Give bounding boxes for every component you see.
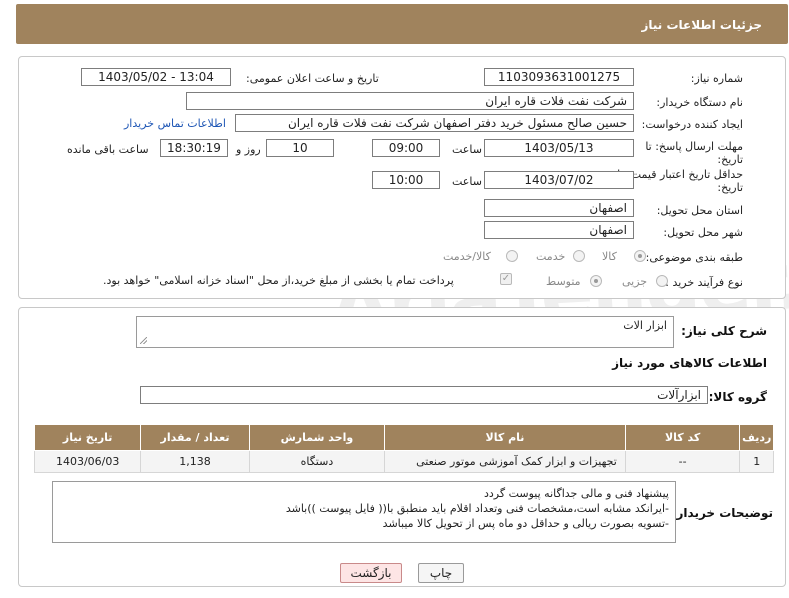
print-button[interactable]: چاپ <box>418 563 464 583</box>
general-description-textarea[interactable]: ابزار الات <box>136 316 674 348</box>
general-description-label: شرح کلی نیاز: <box>681 324 767 338</box>
cell-quantity: 1,138 <box>140 450 250 473</box>
page: AriaTender.net جزئیات اطلاعات نیاز شماره… <box>0 0 789 598</box>
col-date: تاریخ نیاز <box>33 424 142 451</box>
reply-date-field[interactable]: 1403/05/13 <box>484 139 634 157</box>
cell-date: 1403/06/03 <box>33 450 142 473</box>
goods-table-header: ردیف کد کالا نام کالا واحد شمارش تعداد /… <box>33 424 774 451</box>
process-minor-label: جزیی <box>622 275 648 288</box>
category-service-label: خدمت <box>536 250 566 263</box>
goods-group-field[interactable]: ابزارآلات <box>140 386 708 404</box>
page-header: جزئیات اطلاعات نیاز <box>16 4 788 44</box>
page-title: جزئیات اطلاعات نیاز <box>641 18 762 32</box>
payment-note: پرداخت تمام یا بخشی از مبلغ خرید،از محل … <box>103 274 454 287</box>
buyer-notes-textarea[interactable]: پیشنهاد فنی و مالی جداگانه پیوست گردد -ا… <box>52 481 676 543</box>
payment-checkbox[interactable]: ✓ <box>500 273 512 285</box>
creator-field[interactable]: حسین صالح مسئول خرید دفتر اصفهان شرکت نف… <box>235 114 634 132</box>
goods-info-title: اطلاعات کالاهای مورد نیاز <box>612 356 767 370</box>
need-number-field[interactable]: 1103093631001275 <box>484 68 634 86</box>
col-name: نام کالا <box>384 424 626 451</box>
province-label: استان محل تحویل: <box>656 204 743 217</box>
buyer-note-line: -ایرانکد مشابه است،مشخصات فنی وتعداد اقل… <box>285 502 669 515</box>
buyer-org-field[interactable]: شرکت نفت فلات قاره ایران <box>186 92 634 110</box>
category-goods-service-radio[interactable] <box>506 250 518 262</box>
creator-label: ایجاد کننده درخواست: <box>641 118 743 131</box>
cell-unit: دستگاه <box>248 450 386 473</box>
announce-datetime-field[interactable]: 1403/05/02 - 13:04 <box>81 68 231 86</box>
category-goods-label: کالا <box>602 250 617 263</box>
validity-date-field[interactable]: 1403/07/02 <box>484 171 634 189</box>
reply-deadline-label: مهلت ارسال پاسخ: تا <box>645 140 743 153</box>
announce-label: تاریخ و ساعت اعلان عمومی: <box>246 72 379 85</box>
buyer-notes-label: توضیحات خریدار: <box>671 506 773 520</box>
buyer-note-line: -تسویه بصورت ریالی و حداقل دو ماه پس از … <box>382 517 669 530</box>
process-minor-radio[interactable] <box>656 275 668 287</box>
validity-sublabel: تاریخ: <box>717 181 743 194</box>
cell-row: 1 <box>739 450 774 473</box>
need-number-label: شماره نیاز: <box>690 72 743 85</box>
remaining-time-field[interactable]: 18:30:19 <box>160 139 228 157</box>
col-code: کد کالا <box>624 424 741 451</box>
goods-group-label: گروه کالا: <box>708 390 767 404</box>
category-goods-service-label: کالا/خدمت <box>443 250 491 263</box>
process-medium-radio[interactable] <box>590 275 602 287</box>
resize-grip-icon[interactable] <box>137 335 149 347</box>
category-service-radio[interactable] <box>573 250 585 262</box>
col-row: ردیف <box>739 424 774 451</box>
buyer-org-label: نام دستگاه خریدار: <box>656 96 743 109</box>
col-unit: واحد شمارش <box>248 424 386 451</box>
process-medium-label: متوسط <box>546 275 581 288</box>
validity-time-label: ساعت <box>452 175 482 188</box>
process-label: نوع فرآیند خرید : <box>665 276 743 289</box>
general-description-text: ابزار الات <box>623 319 667 332</box>
validity-time-field[interactable]: 10:00 <box>372 171 440 189</box>
days-field[interactable]: 10 <box>266 139 334 157</box>
city-field[interactable]: اصفهان <box>484 221 634 239</box>
reply-deadline-sublabel: تاریخ: <box>717 153 743 166</box>
table-row: 1 -- تجهیزات و ابزار کمک آموزشی موتور صن… <box>33 450 774 473</box>
reply-time-field[interactable]: 09:00 <box>372 139 440 157</box>
province-field[interactable]: اصفهان <box>484 199 634 217</box>
buyer-note-line: پیشنهاد فنی و مالی جداگانه پیوست گردد <box>484 487 669 500</box>
buyer-contact-link[interactable]: اطلاعات تماس خریدار <box>124 117 226 130</box>
remaining-label: ساعت باقی مانده <box>67 143 149 156</box>
cell-code: -- <box>624 450 741 473</box>
validity-label: حداقل تاریخ اعتبار قیمت: تا <box>617 168 743 181</box>
days-label: روز و <box>236 143 261 156</box>
cell-name: تجهیزات و ابزار کمک آموزشی موتور صنعتی <box>384 450 626 473</box>
category-label: طبقه بندی موضوعی: <box>645 251 743 264</box>
city-label: شهر محل تحویل: <box>663 226 743 239</box>
goods-table: ردیف کد کالا نام کالا واحد شمارش تعداد /… <box>33 424 774 473</box>
back-button[interactable]: بازگشت <box>340 563 402 583</box>
reply-time-label: ساعت <box>452 143 482 156</box>
category-goods-radio[interactable] <box>634 250 646 262</box>
col-quantity: تعداد / مقدار <box>140 424 250 451</box>
